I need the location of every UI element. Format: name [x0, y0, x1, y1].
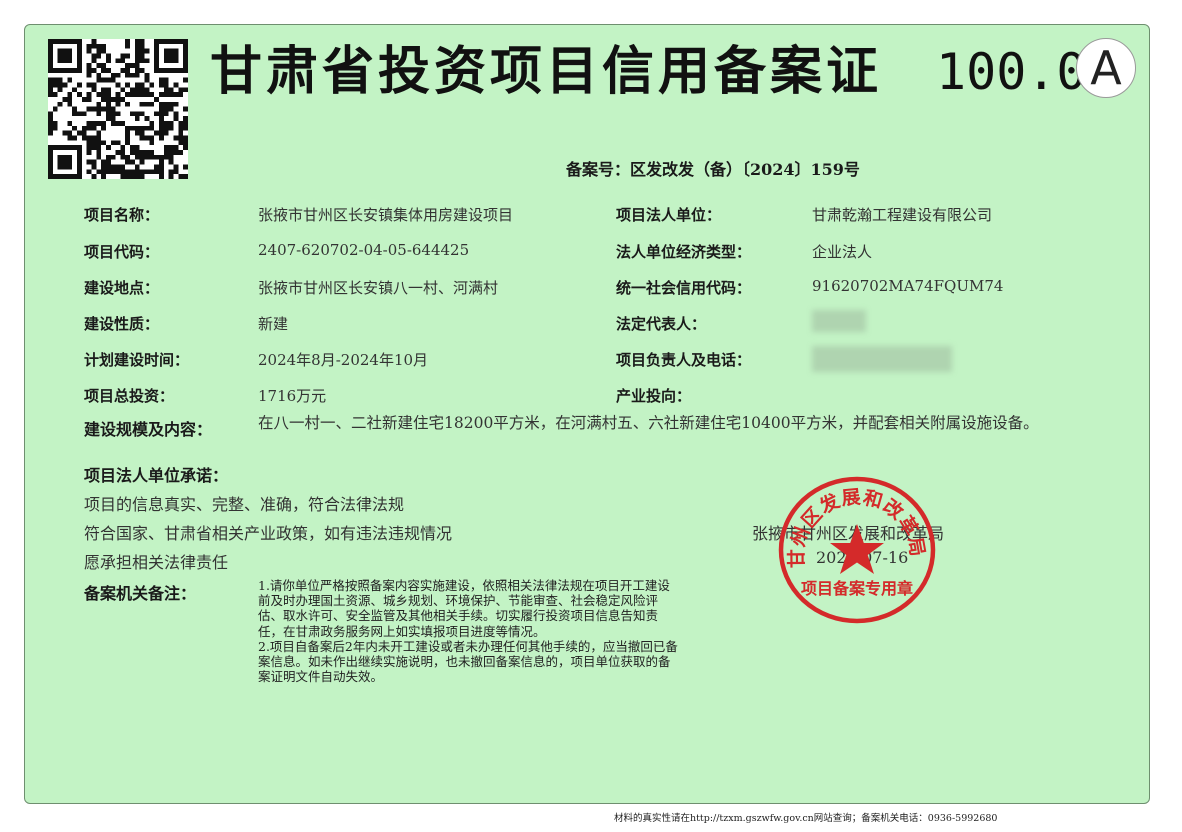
remarks-label: 备案机关备注： — [84, 584, 197, 603]
field-econ-type: 法人单位经济类型： — [616, 241, 751, 262]
redacted-legal-rep — [812, 310, 866, 332]
remarks-notes: 1.请你单位严格按照备案内容实施建设，依照相关法律法规在项目开工建设前及时办理国… — [258, 578, 678, 684]
field-econ-type-value: 企业法人 — [812, 243, 873, 261]
redacted-contact — [812, 346, 952, 372]
credit-score: 100.0 — [936, 43, 1087, 101]
field-label: 建设规模及内容： — [84, 420, 213, 439]
field-legal-unit-value: 甘肃乾瀚工程建设有限公司 — [812, 206, 993, 224]
field-label: 项目负责人及电话： — [616, 351, 752, 369]
field-scope: 建设规模及内容： — [84, 416, 212, 440]
field-label: 法定代表人： — [616, 315, 707, 333]
field-label: 项目代码： — [84, 243, 160, 261]
record-number: 备案号：区发改发（备）〔2024〕159号 — [566, 160, 860, 179]
seal-bottom-text: 项目备案专用章 — [801, 579, 913, 598]
field-scope-value: 在八一村一、二社新建住宅18200平方米，在河满村五、六社新建住宅10400平方… — [258, 414, 1039, 432]
commitment-line: 符合国家、甘肃省相关产业政策，如有违法违规情况 — [84, 524, 453, 543]
verification-footer: 材料的真实性请在http://tzxm.gszwfw.gov.cn网站查询；备案… — [614, 813, 998, 824]
field-label: 产业投向： — [616, 387, 692, 405]
field-label: 项目总投资： — [84, 387, 175, 405]
field-credit-code-value: 91620702MA74FQUM74 — [812, 277, 1004, 295]
field-credit-code: 统一社会信用代码： — [616, 277, 751, 298]
field-nature-value: 新建 — [258, 315, 289, 333]
commitment-line: 愿承担相关法律责任 — [84, 553, 229, 572]
commitment-label: 项目法人单位承诺： — [84, 466, 229, 485]
field-investment: 项目总投资： — [84, 385, 174, 406]
field-project-code: 项目代码： — [84, 241, 159, 262]
field-legal-unit: 项目法人单位： — [616, 204, 721, 225]
qr-code-icon — [48, 39, 188, 179]
field-schedule-value: 2024年8月-2024年10月 — [258, 351, 429, 369]
field-site: 建设地点： — [84, 277, 159, 298]
seal-star-icon — [830, 524, 884, 574]
grade-badge: A — [1076, 38, 1136, 98]
field-industry: 产业投向： — [616, 385, 691, 406]
field-label: 法人单位经济类型： — [616, 243, 752, 261]
field-label: 建设地点： — [84, 279, 160, 297]
remark-note: 1.请你单位严格按照备案内容实施建设，依照相关法律法规在项目开工建设前及时办理国… — [258, 578, 670, 639]
official-seal: 甘州区发展和改革局 项目备案专用章 — [778, 476, 936, 624]
field-site-value: 张掖市甘州区长安镇八一村、河满村 — [258, 279, 499, 297]
field-legal-rep: 法定代表人： — [616, 313, 706, 334]
field-label: 统一社会信用代码： — [616, 279, 752, 297]
field-contact: 项目负责人及电话： — [616, 349, 751, 370]
field-nature: 建设性质： — [84, 313, 159, 334]
field-label: 项目名称： — [84, 206, 160, 224]
commitment-line: 项目的信息真实、完整、准确，符合法律法规 — [84, 495, 405, 514]
field-schedule: 计划建设时间： — [84, 349, 189, 370]
field-project-name: 项目名称： — [84, 204, 159, 225]
field-label: 建设性质： — [84, 315, 160, 333]
field-project-name-value: 张掖市甘州区长安镇集体用房建设项目 — [258, 206, 514, 224]
commitment-heading: 项目法人单位承诺： — [84, 462, 228, 486]
field-label: 计划建设时间： — [84, 351, 190, 369]
field-label: 项目法人单位： — [616, 206, 722, 224]
certificate-title: 甘肃省投资项目信用备案证 — [210, 42, 883, 102]
remark-note: 2.项目自备案后2年内未开工建设或者未办理任何其他手续的，应当撤回已备案信息。如… — [258, 638, 678, 685]
field-project-code-value: 2407-620702-04-05-644425 — [258, 241, 470, 259]
field-investment-value: 1716万元 — [258, 387, 327, 405]
remarks-heading: 备案机关备注： — [84, 580, 196, 604]
